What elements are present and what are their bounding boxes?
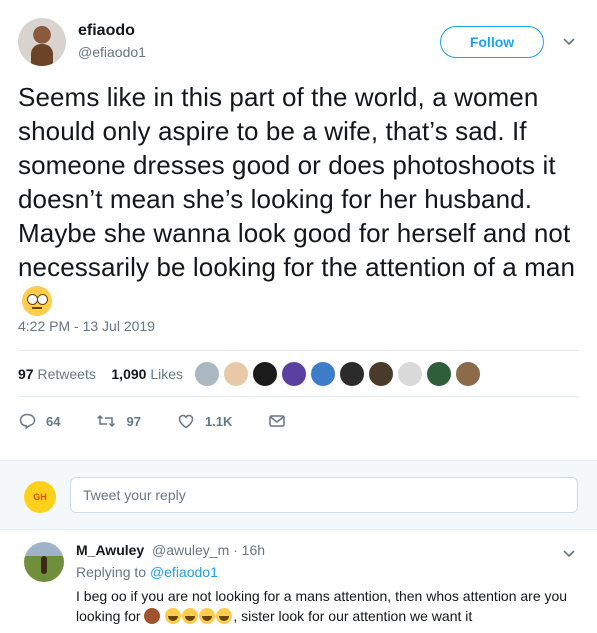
chevron-down-icon[interactable] bbox=[562, 34, 576, 48]
tears-of-joy-emoji-icon bbox=[216, 608, 233, 624]
liker-avatar[interactable] bbox=[194, 361, 220, 387]
heart-icon bbox=[178, 414, 194, 429]
liker-avatar[interactable] bbox=[223, 361, 249, 387]
envelope-icon bbox=[269, 415, 286, 427]
retweet-count: 97 bbox=[126, 413, 141, 429]
current-user-avatar: GH bbox=[24, 481, 56, 513]
likes-stat[interactable]: 1,090 Likes bbox=[111, 366, 183, 382]
reply-text: I beg oo if you are not looking for a ma… bbox=[76, 588, 568, 624]
reply-tweet[interactable]: M_Awuley @awuley_m · 16h Replying to @ef… bbox=[0, 530, 597, 633]
tweet-actions: 64 97 1.1K bbox=[18, 412, 332, 430]
tweet: efiaodo @efiaodo1 Follow Seems like in t… bbox=[0, 0, 597, 460]
tweet-body: Seems like in this part of the world, a … bbox=[18, 82, 576, 282]
reply-count: 64 bbox=[46, 413, 61, 429]
like-count: 1.1K bbox=[204, 413, 233, 429]
reply-author-handle-time[interactable]: @awuley_m · 16h bbox=[152, 542, 265, 558]
see-no-evil-monkey-emoji-icon bbox=[144, 608, 161, 624]
author-name[interactable]: efiaodo bbox=[78, 22, 135, 40]
replying-to: Replying to @efiaodo1 bbox=[76, 564, 218, 580]
reply-composer: GH Tweet your reply bbox=[0, 460, 597, 530]
tears-of-joy-emoji-icon bbox=[199, 608, 216, 624]
reply-input[interactable]: Tweet your reply bbox=[70, 477, 578, 513]
liker-avatar[interactable] bbox=[310, 361, 336, 387]
reply-icon bbox=[19, 413, 36, 430]
tears-of-joy-emoji-icon bbox=[182, 608, 199, 624]
divider bbox=[18, 396, 579, 397]
liker-avatar[interactable] bbox=[368, 361, 394, 387]
replying-to-link[interactable]: @efiaodo1 bbox=[150, 564, 218, 580]
retweets-stat[interactable]: 97 Retweets bbox=[18, 366, 96, 382]
reply-author-avatar[interactable] bbox=[24, 542, 64, 582]
divider bbox=[18, 350, 579, 351]
retweet-icon bbox=[97, 414, 116, 428]
liker-avatar[interactable] bbox=[339, 361, 365, 387]
direct-message-button[interactable] bbox=[268, 412, 296, 430]
retweet-button[interactable]: 97 bbox=[96, 412, 141, 430]
tweet-text: Seems like in this part of the world, a … bbox=[18, 80, 583, 318]
liker-avatar[interactable] bbox=[455, 361, 481, 387]
chevron-down-icon[interactable] bbox=[562, 546, 576, 560]
tweet-stats: 97 Retweets 1,090 Likes bbox=[18, 366, 183, 382]
face-with-rolling-eyes-emoji-icon bbox=[22, 286, 52, 316]
liker-avatar[interactable] bbox=[426, 361, 452, 387]
liker-avatar[interactable] bbox=[281, 361, 307, 387]
tweet-timestamp[interactable]: 4:22 PM - 13 Jul 2019 bbox=[18, 318, 155, 334]
follow-button[interactable]: Follow bbox=[440, 26, 544, 58]
reply-author-name[interactable]: M_Awuley bbox=[76, 542, 144, 558]
author-handle[interactable]: @efiaodo1 bbox=[78, 44, 146, 60]
liker-avatar[interactable] bbox=[397, 361, 423, 387]
reply-button[interactable]: 64 bbox=[18, 412, 60, 430]
liker-avatar[interactable] bbox=[252, 361, 278, 387]
liker-avatars bbox=[194, 361, 484, 387]
like-button[interactable]: 1.1K bbox=[177, 412, 232, 430]
tears-of-joy-emoji-icon bbox=[165, 608, 182, 624]
author-avatar[interactable] bbox=[18, 18, 66, 66]
